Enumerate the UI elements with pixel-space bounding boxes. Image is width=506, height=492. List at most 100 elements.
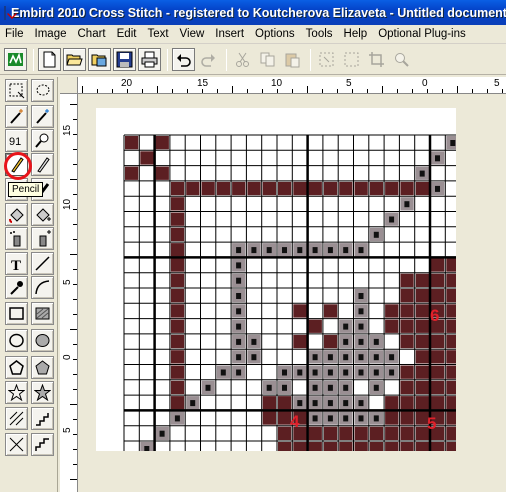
menu-image[interactable]: Image <box>30 28 73 40</box>
menu-options[interactable]: Options <box>250 28 301 40</box>
select-icon[interactable] <box>315 48 338 71</box>
stitch-symbol-mark <box>404 201 410 208</box>
filled-rectangle-tool[interactable] <box>31 302 54 325</box>
spray-plus-tool[interactable] <box>31 227 54 250</box>
menu-tools[interactable]: Tools <box>301 28 339 40</box>
stitch-symbol-mark <box>373 231 379 238</box>
eraser-icon <box>37 157 50 173</box>
stitch-cell-dark <box>415 319 429 333</box>
stitch-symbol-mark <box>159 430 165 437</box>
magic-wand-icon <box>10 109 23 124</box>
filled-polygon-icon <box>35 360 50 375</box>
steps-tool[interactable] <box>31 407 54 430</box>
rect-select-tool[interactable] <box>5 79 28 102</box>
zoom-tool[interactable] <box>31 129 54 152</box>
stitch-cell-dark <box>308 442 322 451</box>
app-icon[interactable] <box>4 5 6 20</box>
stairs-tool[interactable] <box>31 433 54 456</box>
ellipse-tool[interactable] <box>5 329 28 352</box>
stitch-cell-dark <box>446 319 456 333</box>
select-all-icon[interactable] <box>340 48 363 71</box>
polygon-tool[interactable] <box>5 356 28 379</box>
line-tool[interactable] <box>31 252 54 275</box>
stitch-cell-dark <box>446 258 456 272</box>
crop-icon[interactable] <box>365 48 388 71</box>
stitch-symbol-mark <box>266 384 272 391</box>
spray-plus-icon <box>39 230 51 247</box>
lasso-select-tool[interactable] <box>31 79 54 102</box>
magic-wand-tool[interactable] <box>5 105 28 128</box>
stitch-cell-dark <box>186 181 200 196</box>
paste-icon[interactable] <box>281 48 304 71</box>
stitch-cell-dark <box>446 350 456 364</box>
stitch-symbol-mark <box>373 415 379 422</box>
stitch-cell-dark <box>170 289 185 303</box>
menu-bar: File Image Chart Edit Text View Insert O… <box>0 25 506 44</box>
stitch-symbol-mark <box>389 369 395 376</box>
fill-plus-icon <box>36 208 51 222</box>
stitch-symbol-mark <box>205 384 211 391</box>
filled-star-tool[interactable] <box>31 381 54 404</box>
menu-view[interactable]: View <box>175 28 211 40</box>
new-document-icon[interactable] <box>38 48 61 71</box>
eyedropper-tool[interactable] <box>5 276 28 299</box>
stitch-cell-dark <box>170 273 185 287</box>
stitch-cell-dark <box>170 365 185 379</box>
text-tool[interactable]: T <box>5 252 28 275</box>
embird-logo-icon[interactable] <box>4 48 27 71</box>
stitch-cell-dark <box>400 334 414 349</box>
stitch-cell-dark <box>431 396 445 410</box>
stitch-cell-dark <box>385 442 399 451</box>
copy-icon[interactable] <box>256 48 279 71</box>
filled-ellipse-tool[interactable] <box>31 329 54 352</box>
ruler-corner <box>60 77 78 94</box>
zoom-icon[interactable] <box>390 48 413 71</box>
stitch-symbol-mark <box>282 247 287 254</box>
color-picker-tool[interactable]: 91 <box>5 129 28 152</box>
print-icon[interactable] <box>138 48 161 71</box>
curve-tool[interactable] <box>31 276 54 299</box>
star-tool[interactable] <box>5 381 28 404</box>
menu-text[interactable]: Text <box>142 28 174 40</box>
stitch-symbol-mark <box>220 369 226 376</box>
stitch-grid[interactable] <box>96 108 456 451</box>
chart-canvas-area[interactable]: 4 5 6 <box>78 94 506 492</box>
stitch-cell-dark <box>170 197 185 211</box>
filled-polygon-tool[interactable] <box>31 356 54 379</box>
menu-edit[interactable]: Edit <box>112 28 143 40</box>
stitch-symbol-mark <box>358 354 364 361</box>
cut-icon[interactable] <box>231 48 254 71</box>
rectangle-icon <box>9 307 24 320</box>
menu-insert[interactable]: Insert <box>210 28 250 40</box>
hatch-tool[interactable] <box>5 407 28 430</box>
menu-help[interactable]: Help <box>339 28 374 40</box>
rectangle-tool[interactable] <box>5 302 28 325</box>
menu-file[interactable]: File <box>0 28 30 40</box>
stitch-symbol-mark <box>373 338 379 345</box>
fill-tool[interactable] <box>5 203 28 226</box>
spray-tool[interactable] <box>5 227 28 250</box>
stitch-cell-dark <box>400 181 414 196</box>
save-icon[interactable] <box>113 48 136 71</box>
stitch-cell-dark <box>293 442 307 451</box>
stitch-symbol-mark <box>251 338 257 345</box>
crosshatch-tool[interactable] <box>5 433 28 456</box>
open-image-icon[interactable] <box>88 48 111 71</box>
stitch-cell-dark <box>262 396 276 410</box>
stitch-cell-dark <box>170 334 185 349</box>
stitch-cell-dark <box>415 334 429 349</box>
ruler-top-label: 15 <box>197 78 209 89</box>
fill-plus-tool[interactable] <box>31 203 54 226</box>
menu-optional-plugins[interactable]: Optional Plug-ins <box>373 28 472 40</box>
redo-icon[interactable] <box>197 48 220 71</box>
ruler-left-label: 5 <box>62 279 73 285</box>
magic-wand-plus-tool[interactable] <box>31 105 54 128</box>
open-folder-icon[interactable] <box>63 48 86 71</box>
stitch-cell-dark <box>385 411 399 425</box>
highlight-circle <box>4 152 32 180</box>
stitch-symbol-mark <box>327 247 333 254</box>
menu-chart[interactable]: Chart <box>73 28 112 40</box>
eraser-tool[interactable] <box>31 153 54 176</box>
stitch-symbol-mark <box>327 400 333 407</box>
undo-icon[interactable] <box>172 48 195 71</box>
